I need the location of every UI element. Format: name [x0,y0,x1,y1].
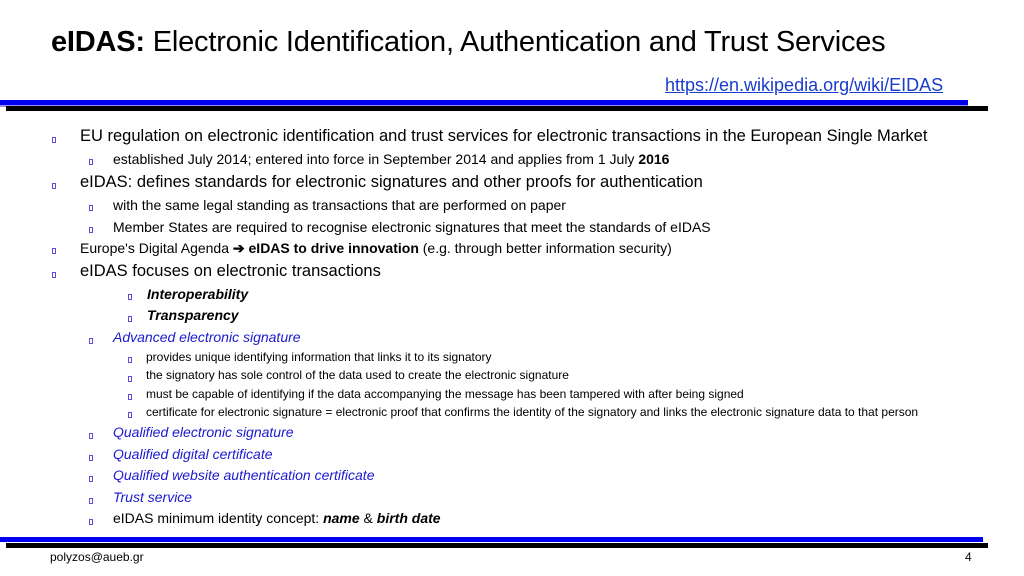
slide-title: eIDAS: Electronic Identification, Authen… [51,26,886,59]
bullet-member-states: Member States are required to recognise … [113,219,711,235]
bullet-icon [128,376,132,382]
bullet-certificate: certificate for electronic signature = e… [146,405,919,419]
bullet-established: established July 2014; entered into forc… [113,151,669,167]
bullet-icon [89,433,93,439]
bullet-icon [89,205,93,211]
bullet-trust-service: Trust service [113,489,193,505]
footer-rule-blue [0,537,983,542]
header-rule-black [6,106,988,111]
text: & [359,510,377,526]
bullet-transparency: Transparency [147,307,239,323]
text: Europe's Digital Agenda [80,240,233,256]
bullet-sole-control: the signatory has sole control of the da… [146,368,569,382]
bullet-icon [89,227,93,233]
bullet-qualified-certificate: Qualified digital certificate [113,446,273,462]
bullet-icon [128,294,132,300]
footer-email: polyzos@aueb.gr [50,550,144,564]
wikipedia-link[interactable]: https://en.wikipedia.org/wiki/EIDAS [665,75,943,96]
bullet-legal-standing: with the same legal standing as transact… [113,197,566,213]
bullet-eidas-defines: eIDAS: defines standards for electronic … [80,173,703,191]
text: established July 2014; entered into forc… [113,151,639,167]
title-rest: Electronic Identification, Authenticatio… [144,26,886,58]
bold-text: eIDAS to drive innovation [244,240,419,256]
bullet-icon [89,498,93,504]
bullet-advanced-signature: Advanced electronic signature [113,329,301,345]
bullet-unique-info: provides unique identifying information … [146,350,492,364]
bullet-icon [128,394,132,400]
bullet-digital-agenda: Europe's Digital Agenda ➔ eIDAS to drive… [80,240,672,257]
bullet-icon [128,316,132,322]
arrow-icon: ➔ [232,240,245,256]
birth-date-term: birth date [376,510,441,526]
bullet-icon [52,137,56,143]
bullet-icon [89,519,93,525]
bullet-minimum-identity: eIDAS minimum identity concept: name & b… [113,510,441,526]
bullet-qualified-signature: Qualified electronic signature [113,424,294,440]
bullet-icon [89,338,93,344]
bullet-tampered: must be capable of identifying if the da… [146,387,744,401]
bullet-icon [89,159,93,165]
footer-rule-black [6,543,988,548]
year-bold: 2016 [638,151,670,167]
bullet-icon [128,357,132,363]
text: (e.g. through better information securit… [418,240,672,256]
bullet-icon [89,476,93,482]
bullet-icon [52,248,56,254]
bullet-interoperability: Interoperability [147,286,249,302]
name-term: name [323,510,360,526]
bullet-icon [89,455,93,461]
page-number: 4 [965,550,972,564]
bullet-focuses: eIDAS focuses on electronic transactions [80,262,381,280]
bullet-eu-regulation: EU regulation on electronic identificati… [80,127,928,145]
bullet-icon [128,412,132,418]
bullet-website-certificate: Qualified website authentication certifi… [113,467,375,483]
bullet-icon [52,183,56,189]
text: eIDAS minimum identity concept: [113,510,324,526]
title-bold: eIDAS: [51,26,145,58]
bullet-icon [52,272,56,278]
